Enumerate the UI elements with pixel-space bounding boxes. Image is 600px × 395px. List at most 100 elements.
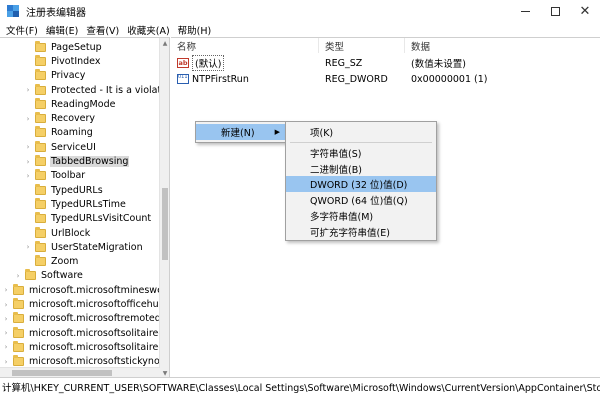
expand-chevron-icon[interactable]: › (24, 240, 32, 254)
minimize-button[interactable] (510, 0, 540, 22)
tree-item-label: Software (41, 270, 83, 282)
close-icon: ✕ (579, 3, 591, 19)
expand-chevron-icon[interactable]: › (2, 326, 10, 340)
tree-item-label: microsoft.microsoftminesweep (29, 284, 170, 296)
close-button[interactable]: ✕ (570, 0, 600, 22)
tree-item-1[interactable]: PivotIndex (0, 54, 101, 68)
tree-item-12[interactable]: TypedURLsVisitCount (0, 212, 152, 226)
menu-file[interactable]: 文件(F) (2, 23, 42, 37)
menu-separator (290, 142, 432, 143)
tree-item-6[interactable]: Roaming (0, 126, 94, 140)
expand-chevron-icon[interactable]: › (24, 112, 32, 126)
tree-item-3[interactable]: › Protected - It is a violati (0, 83, 165, 97)
value-name: (默认) (192, 55, 225, 71)
submenu-item-3[interactable]: QWORD (64 位)值(Q) (286, 192, 436, 208)
tree-item-2[interactable]: Privacy (0, 69, 86, 83)
menu-edit[interactable]: 编辑(E) (42, 23, 82, 37)
folder-icon (13, 326, 24, 338)
folder-icon (35, 54, 46, 66)
folder-icon (13, 355, 24, 367)
folder-icon (35, 169, 46, 181)
tree-item-label: PageSetup (51, 41, 102, 53)
menu-favorites[interactable]: 收藏夹(A) (123, 23, 173, 37)
value-type: REG_DWORD (325, 73, 388, 85)
expand-chevron-icon[interactable]: › (2, 340, 10, 354)
folder-icon (13, 298, 24, 310)
submenu-item-4[interactable]: 多字符串值(M) (286, 208, 436, 224)
tree-item-label: TabbedBrowsing (50, 156, 130, 168)
tree-item-5[interactable]: › Recovery (0, 112, 96, 126)
status-bar-path: 计算机\HKEY_CURRENT_USER\SOFTWARE\Classes\L… (0, 377, 600, 395)
tree-item-label: ReadingMode (51, 98, 116, 110)
expand-chevron-icon (24, 197, 32, 211)
tree-item-label: ServiceUI (51, 141, 96, 153)
tree-item-14[interactable]: › UserStateMigration (0, 240, 144, 254)
tree-vertical-scrollbar[interactable]: ▲ ▼ (159, 38, 169, 377)
menu-bar: 文件(F) 编辑(E) 查看(V) 收藏夹(A) 帮助(H) (0, 22, 600, 37)
folder-icon (35, 183, 46, 195)
tree-item-label: Protected - It is a violati (51, 84, 164, 96)
menu-help[interactable]: 帮助(H) (174, 23, 216, 37)
expand-chevron-icon[interactable]: › (24, 169, 32, 183)
maximize-button[interactable] (540, 0, 570, 22)
expand-chevron-icon[interactable]: › (24, 83, 32, 97)
tree-item-outer-3[interactable]: › microsoft.microsoftsolitairecoll (0, 326, 169, 340)
column-header-type[interactable]: 类型 (319, 38, 405, 53)
registry-editor-icon (7, 5, 19, 17)
value-row-default[interactable]: ab (默认) REG_SZ (数值未设置) (171, 55, 600, 71)
tree-item-15[interactable]: Zoom (0, 255, 79, 269)
value-type: REG_SZ (325, 57, 363, 69)
folder-icon (35, 97, 46, 109)
submenu-item-5[interactable]: 可扩充字符串值(E) (286, 224, 436, 240)
expand-chevron-icon[interactable]: › (14, 269, 22, 283)
tree-item-outer-0[interactable]: › microsoft.microsoftminesweep (0, 283, 170, 297)
tree-item-10[interactable]: TypedURLs (0, 183, 104, 197)
tree-item-label: microsoft.microsoftsolitairecoll (29, 341, 170, 353)
key-tree-pane[interactable]: PageSetup PivotIndex Privacy › Protected - I… (0, 37, 170, 377)
folder-icon (13, 340, 24, 352)
tree-item-outer-4[interactable]: › microsoft.microsoftsolitairecoll (0, 340, 170, 354)
tree-item-outer-1[interactable]: › microsoft.microsoftofficehub_8 (0, 297, 169, 312)
submenu-item-0[interactable]: 字符串值(S) (286, 145, 436, 161)
expand-chevron-icon (24, 226, 32, 240)
folder-icon (35, 255, 46, 267)
menu-item-key[interactable]: 项(K) (286, 124, 436, 140)
tree-horizontal-scrollbar[interactable] (0, 367, 160, 377)
expand-chevron-icon (24, 97, 32, 111)
tree-item-software[interactable]: › Software (0, 269, 84, 283)
tree-item-9[interactable]: › Toolbar (0, 169, 86, 183)
expand-chevron-icon[interactable]: › (2, 298, 10, 312)
expand-chevron-icon[interactable]: › (2, 283, 10, 297)
menu-item-new[interactable]: 新建(N) ▶ (196, 124, 286, 140)
tree-item-0[interactable]: PageSetup (0, 40, 103, 54)
submenu-item-1[interactable]: 二进制值(B) (286, 161, 436, 177)
scroll-thumb[interactable] (162, 188, 168, 260)
expand-chevron-icon (24, 69, 32, 83)
column-header-name[interactable]: 名称 (171, 38, 319, 53)
hscroll-thumb[interactable] (12, 370, 112, 376)
tree-item-13[interactable]: UrlBlock (0, 226, 91, 240)
folder-icon (35, 112, 46, 124)
submenu-item-label: 字符串值(S) (310, 149, 362, 160)
menu-view[interactable]: 查看(V) (82, 23, 123, 37)
tree-item-11[interactable]: TypedURLsTime (0, 197, 127, 211)
scroll-down-icon[interactable]: ▼ (160, 368, 169, 377)
value-name: NTPFirstRun (192, 73, 249, 85)
column-header-data[interactable]: 数据 (405, 38, 600, 53)
tree-item-label: Roaming (51, 127, 93, 139)
value-row-ntpfirstrun[interactable]: 011 110 NTPFirstRun REG_DWORD 0x00000001… (171, 71, 600, 87)
folder-icon (25, 269, 36, 281)
tree-item-outer-2[interactable]: › microsoft.microsoftremotedesk (0, 312, 169, 326)
tree-item-8[interactable]: › TabbedBrowsing (0, 154, 130, 169)
expand-chevron-icon[interactable]: › (24, 140, 32, 154)
expand-chevron-icon[interactable]: › (24, 155, 32, 169)
tree-item-7[interactable]: › ServiceUI (0, 140, 97, 154)
expand-chevron-icon (24, 183, 32, 197)
scroll-up-icon[interactable]: ▲ (160, 38, 169, 48)
submenu-item-2[interactable]: DWORD (32 位)值(D) (286, 176, 436, 193)
expand-chevron-icon[interactable]: › (2, 312, 10, 326)
expand-chevron-icon (24, 54, 32, 68)
tree-item-4[interactable]: ReadingMode (0, 97, 116, 111)
submenu-item-label: 可扩充字符串值(E) (310, 227, 390, 239)
tree-item-label: microsoft.microsoftstickynotes (29, 356, 170, 368)
